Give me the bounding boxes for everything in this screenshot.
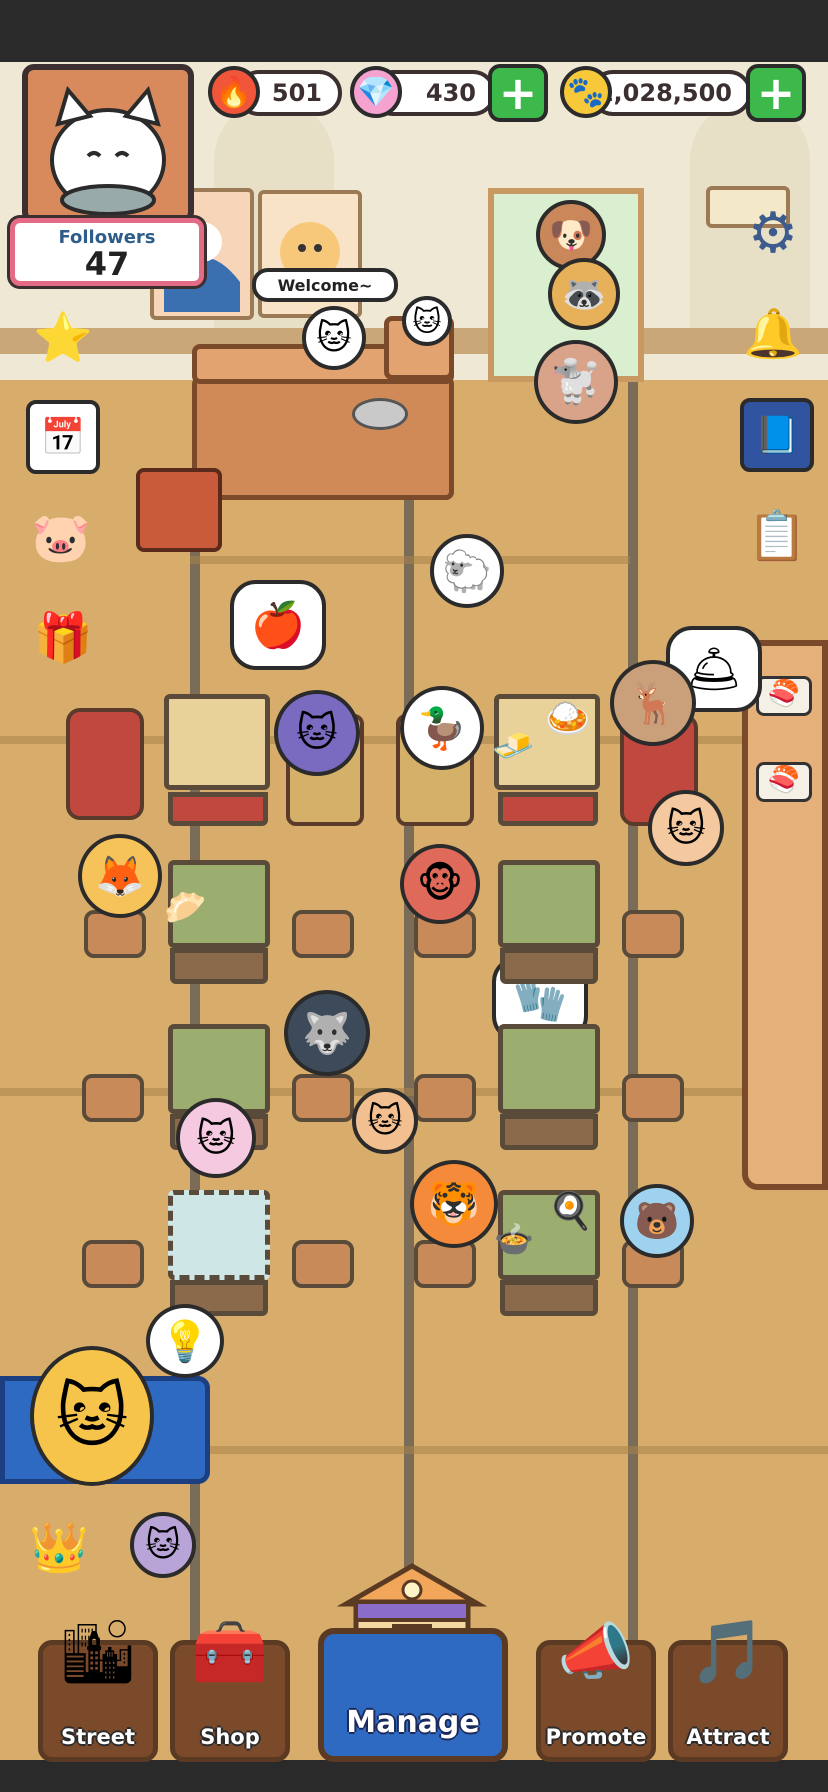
piggy-bank-icon[interactable]: 🐷 [24, 500, 98, 574]
duck-customer[interactable]: 🦆 [400, 686, 484, 770]
treasure-chest-icon: 🧰 [191, 1615, 269, 1688]
attract-button[interactable]: 🎵 Attract [668, 1615, 788, 1762]
followers-panel[interactable]: Followers 47 [10, 218, 204, 286]
welcome-text: Welcome~ [277, 275, 373, 295]
buy-coins-button[interactable]: + [746, 64, 806, 122]
stool[interactable] [414, 1074, 476, 1122]
shop-label: Shop [200, 1725, 260, 1749]
deer-customer[interactable]: 🦌 [610, 660, 696, 746]
bear-customer[interactable]: 🐻 [620, 1184, 694, 1258]
floor-line [404, 500, 414, 1660]
candied-apple-icon: 🍎 [250, 600, 306, 651]
food-bowl: 🍲 [494, 1220, 534, 1258]
player-avatar[interactable] [22, 64, 194, 224]
fire-value: 501 [271, 79, 322, 107]
kitten-waiter[interactable]: 🐱 [352, 1088, 418, 1154]
recipe-book-icon[interactable]: 📘 [740, 398, 814, 472]
lucky-cat-figure: 🐱 [402, 296, 452, 346]
food-plate: 🥟 [164, 888, 207, 928]
poodle-customer[interactable]: 🐩 [534, 340, 618, 424]
stool[interactable] [622, 1074, 684, 1122]
table-base [500, 1280, 598, 1316]
street-icon: 🏙 [58, 1615, 138, 1688]
street-button[interactable]: 🏙 Street [38, 1615, 158, 1762]
food-plate: 🍳 [548, 1191, 593, 1232]
food-plate: 🧈 [492, 726, 535, 766]
stool[interactable] [292, 910, 354, 958]
megaphone-icon: 📣 [557, 1615, 635, 1688]
fox-customer[interactable]: 🦊 [78, 834, 162, 918]
status-bar [0, 0, 828, 62]
gem-icon: 💎 [350, 66, 402, 118]
chair[interactable] [66, 708, 144, 820]
stool[interactable] [292, 1074, 354, 1122]
gear-icon[interactable]: ⚙ [736, 196, 810, 270]
staff-portrait[interactable]: 🐱 [130, 1512, 196, 1578]
table-base [500, 1114, 598, 1150]
dining-table[interactable] [498, 860, 600, 948]
sushi-bar-counter[interactable] [742, 640, 828, 1190]
paw-coin-icon: 🐾 [560, 66, 612, 118]
witch-cat-customer[interactable]: 🐱 [274, 690, 360, 776]
table-base [170, 948, 268, 984]
raccoon-customer[interactable]: 🦝 [548, 258, 620, 330]
manage-label: Manage [346, 1705, 480, 1740]
table-base [498, 792, 598, 826]
service-bell-icon: 🛎 [686, 644, 742, 695]
reception-counter[interactable] [192, 376, 454, 500]
sheep-waiter[interactable]: 🐑 [430, 534, 504, 608]
coin-counter[interactable]: 1,028,500 [590, 70, 752, 116]
table-base [168, 792, 268, 826]
stool[interactable] [82, 1074, 144, 1122]
stool[interactable] [292, 1240, 354, 1288]
followers-count: 47 [84, 245, 130, 283]
dining-table[interactable] [498, 1024, 600, 1114]
table-base [500, 948, 598, 984]
crown-icon[interactable]: 👑 [22, 1510, 96, 1584]
bell-icon[interactable]: 🔔 [736, 296, 810, 370]
street-label: Street [60, 1725, 136, 1749]
shop-button[interactable]: 🧰 Shop [170, 1615, 290, 1762]
tiger-customer[interactable]: 🐯 [410, 1160, 498, 1248]
coin-value: 1,028,500 [596, 79, 732, 107]
music-note-icon: 🎵 [689, 1615, 767, 1688]
restaurant-floor [0, 380, 828, 1760]
cat-waiter[interactable]: 🐱 [648, 790, 724, 866]
manager-cat[interactable]: 🐱 [30, 1346, 154, 1486]
wolf-customer[interactable]: 🐺 [284, 990, 370, 1076]
buy-gems-button[interactable]: + [488, 64, 548, 122]
counter-plate [352, 398, 408, 430]
floor-line [628, 380, 638, 1660]
gem-value: 430 [425, 79, 476, 107]
clipboard-icon[interactable]: 📋 [740, 498, 814, 572]
dining-table[interactable] [164, 694, 270, 790]
manage-button[interactable]: Manage [318, 1628, 508, 1762]
order-bubble[interactable]: 🍎 [230, 580, 326, 670]
attract-label: Attract [686, 1725, 770, 1749]
floor-line [190, 556, 630, 564]
fire-icon: 🔥 [208, 66, 260, 118]
star-medal-icon[interactable]: ⭐ [26, 300, 100, 374]
food-plate: 🍛 [544, 696, 592, 740]
pink-cat-waiter[interactable]: 🐱 [176, 1098, 256, 1178]
stool[interactable] [82, 1240, 144, 1288]
sushi-plate[interactable]: 🍣 [756, 762, 812, 802]
stool[interactable] [622, 910, 684, 958]
greeter-cat[interactable]: 🐱 [302, 306, 366, 370]
calendar-icon[interactable]: 📅 [26, 400, 100, 474]
tip-bubble[interactable]: 💡 [146, 1304, 224, 1378]
welcome-bubble: Welcome~ [252, 268, 398, 302]
promote-button[interactable]: 📣 Promote [536, 1615, 656, 1762]
promote-label: Promote [545, 1725, 647, 1749]
gift-icon[interactable]: 🎁 [26, 600, 100, 674]
lightbulb-icon: 💡 [160, 1318, 210, 1365]
side-cabinet [136, 468, 222, 552]
monkey-customer[interactable]: 🐵 [400, 844, 480, 924]
sparkling-table[interactable] [168, 1190, 270, 1280]
sushi-plate[interactable]: 🍣 [756, 676, 812, 716]
